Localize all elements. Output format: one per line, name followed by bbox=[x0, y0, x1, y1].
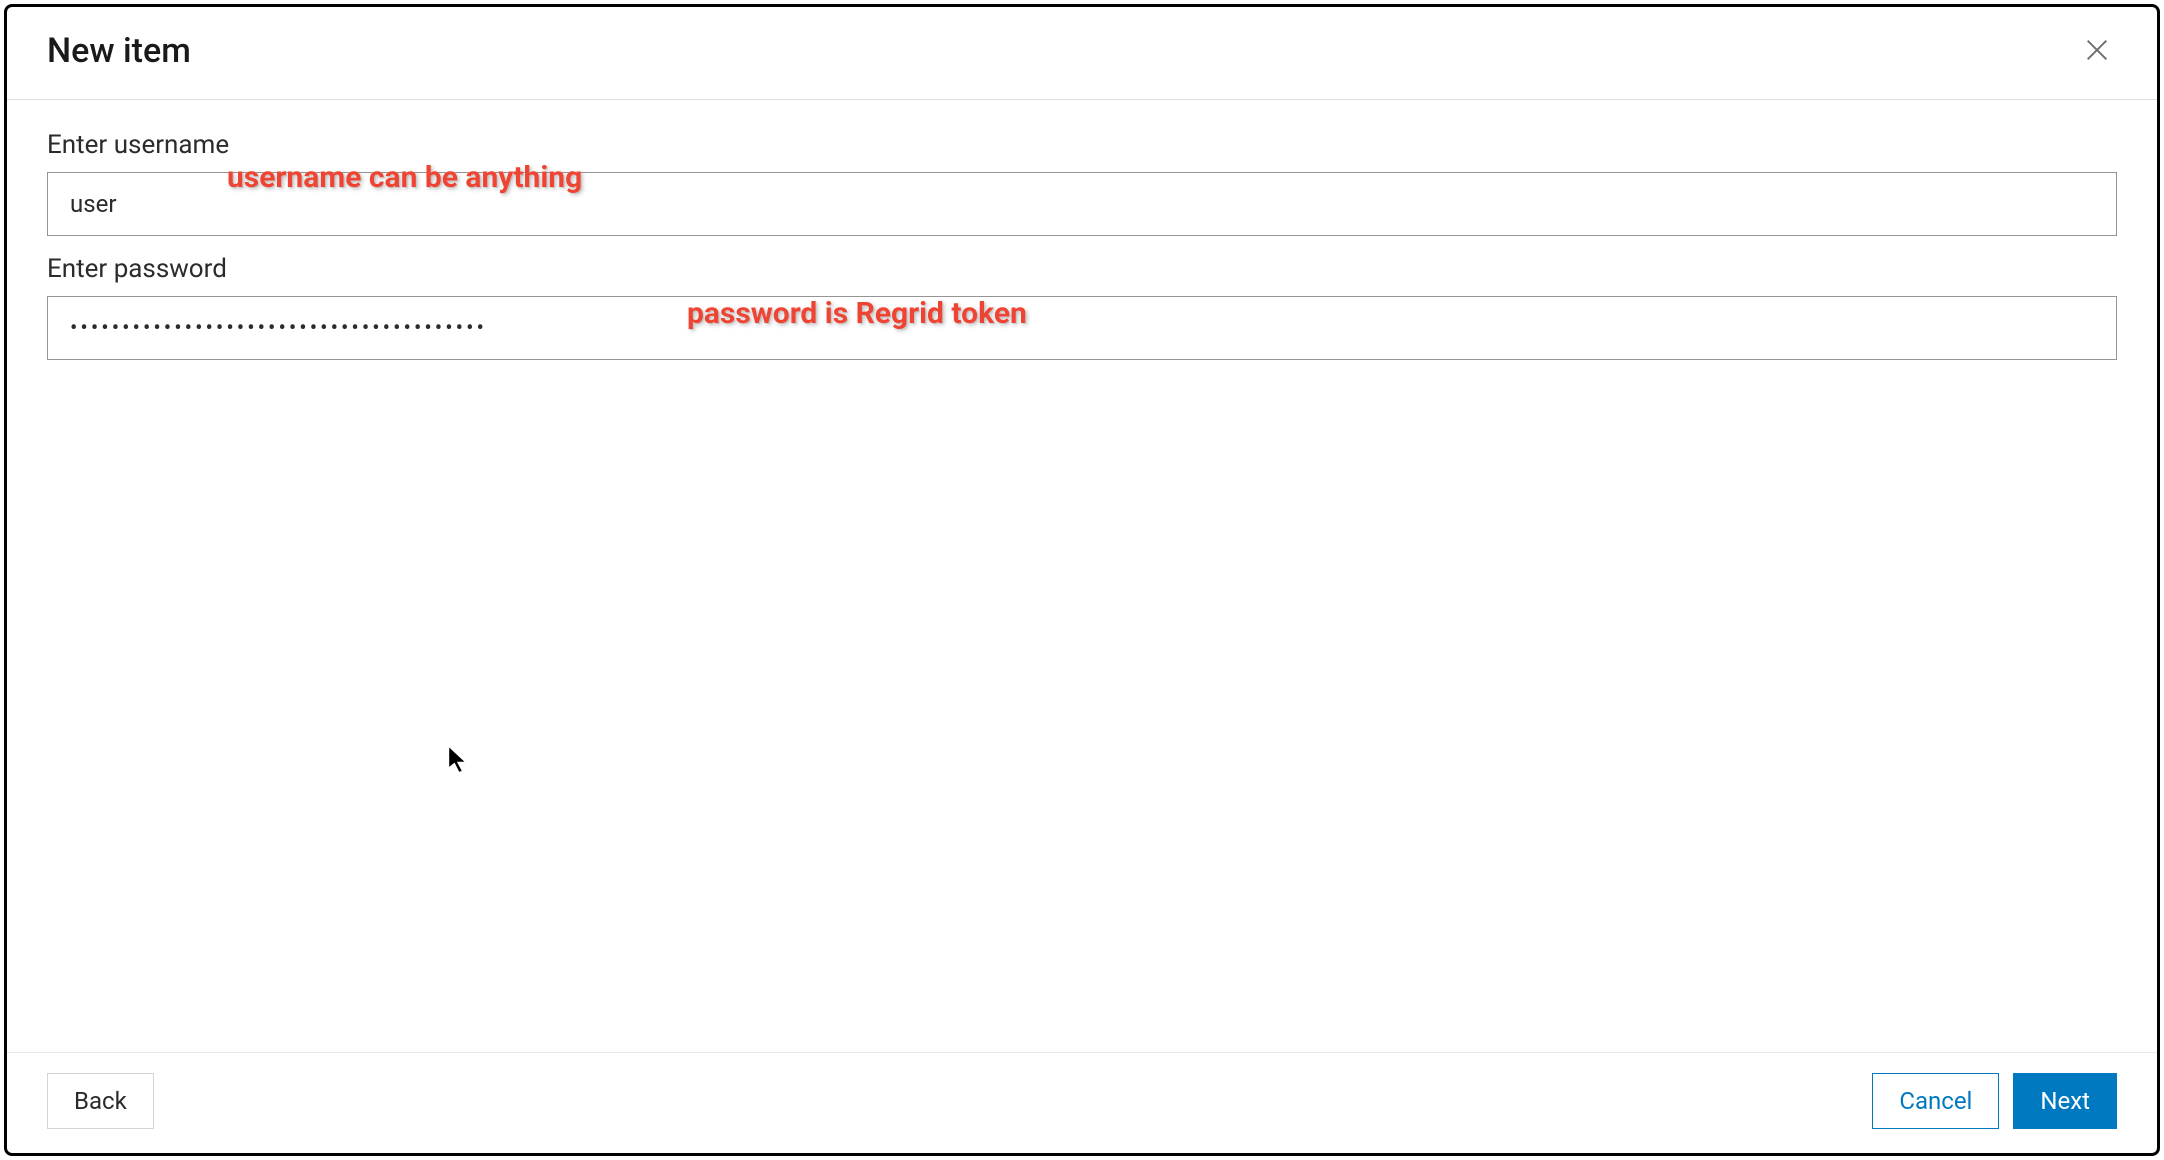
close-button[interactable] bbox=[2077, 31, 2117, 71]
dialog-body: Enter username Enter password username c… bbox=[7, 100, 2157, 1052]
cursor-icon bbox=[447, 745, 471, 779]
password-input[interactable] bbox=[47, 296, 2117, 360]
cancel-button[interactable]: Cancel bbox=[1872, 1073, 1999, 1129]
password-label: Enter password bbox=[47, 254, 2117, 284]
username-field-group: Enter username bbox=[47, 130, 2117, 236]
dialog-title: New item bbox=[47, 31, 191, 71]
next-button[interactable]: Next bbox=[2013, 1073, 2117, 1129]
footer-left: Back bbox=[47, 1073, 154, 1129]
back-button[interactable]: Back bbox=[47, 1073, 154, 1129]
password-field-group: Enter password bbox=[47, 254, 2117, 360]
close-icon bbox=[2083, 36, 2111, 67]
footer-right: Cancel Next bbox=[1872, 1073, 2117, 1129]
username-input[interactable] bbox=[47, 172, 2117, 236]
dialog-header: New item bbox=[7, 7, 2157, 100]
dialog-footer: Back Cancel Next bbox=[7, 1052, 2157, 1153]
username-label: Enter username bbox=[47, 130, 2117, 160]
new-item-dialog: New item Enter username Enter password u… bbox=[4, 4, 2160, 1156]
